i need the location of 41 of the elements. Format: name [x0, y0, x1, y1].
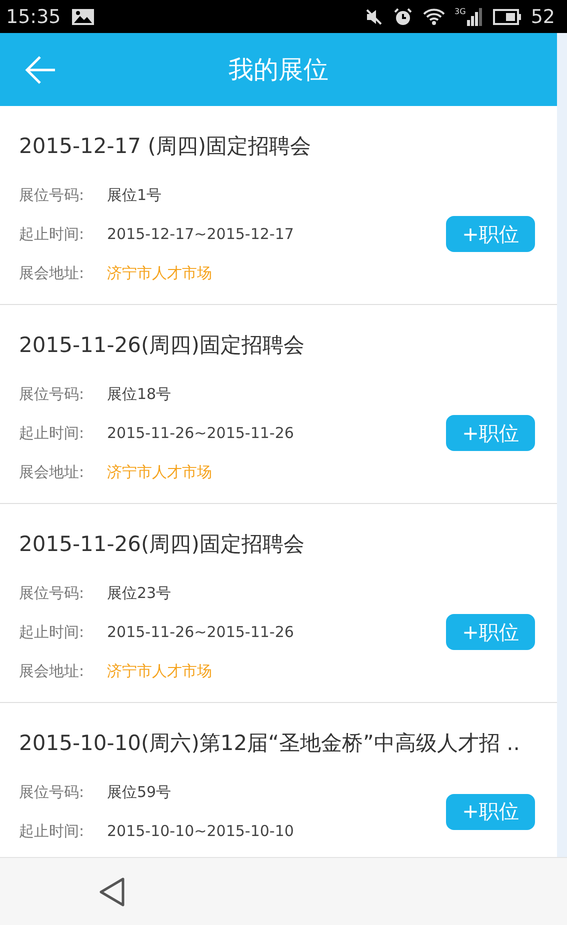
field-label: 展位号码:	[19, 782, 86, 803]
mute-icon	[364, 8, 383, 26]
add-position-button[interactable]: +职位	[446, 415, 535, 451]
add-position-button[interactable]: +职位	[446, 614, 535, 650]
field-value: 展位23号	[107, 583, 172, 604]
field-label: 展位号码:	[19, 583, 86, 604]
add-position-button[interactable]: +职位	[446, 794, 535, 830]
field-label: 展会地址:	[19, 263, 86, 284]
back-button[interactable]	[98, 876, 126, 908]
field-label: 展位号码:	[19, 384, 86, 405]
wifi-icon	[422, 8, 445, 26]
battery-level: 52	[530, 6, 555, 28]
field-label: 起止时间:	[19, 423, 86, 444]
fair-title: 2015-11-26(周四)固定招聘会	[19, 332, 306, 359]
address-link[interactable]: 济宁市人才市场	[107, 461, 212, 483]
field-label: 展会地址:	[19, 661, 86, 682]
clock: 15:35	[6, 6, 61, 28]
field-value: 展位1号	[107, 185, 162, 206]
image-icon	[70, 8, 95, 26]
field-label: 展位号码:	[19, 185, 86, 206]
field-label: 起止时间:	[19, 622, 86, 643]
field-value: 2015-11-26~2015-11-26	[107, 423, 294, 444]
network-type: 3G	[454, 8, 466, 16]
page-title: 我的展位	[228, 54, 328, 86]
alarm-icon	[392, 6, 413, 26]
field-label: 展会地址:	[19, 462, 86, 483]
field-value: 展位59号	[107, 782, 172, 803]
field-value: 展位18号	[107, 384, 172, 405]
field-label: 起止时间:	[19, 821, 86, 842]
address-link[interactable]: 济宁市人才市场	[107, 262, 212, 284]
add-position-button[interactable]: +职位	[446, 216, 535, 252]
field-label: 起止时间:	[19, 224, 86, 245]
fair-title: 2015-11-26(周四)固定招聘会	[19, 531, 306, 558]
fair-title: 2015-12-17 (周四)固定招聘会	[19, 133, 312, 160]
fair-title: 2015-10-10(周六)第12届“圣地金桥”中高级人才招 ..	[19, 730, 521, 757]
field-value: 2015-12-17~2015-12-17	[107, 224, 294, 245]
address-link[interactable]: 济宁市人才市场	[107, 660, 212, 682]
field-value: 2015-11-26~2015-11-26	[107, 622, 294, 643]
battery-icon	[492, 8, 521, 24]
signal-icon	[466, 8, 483, 26]
field-value: 2015-10-10~2015-10-10	[107, 821, 294, 842]
